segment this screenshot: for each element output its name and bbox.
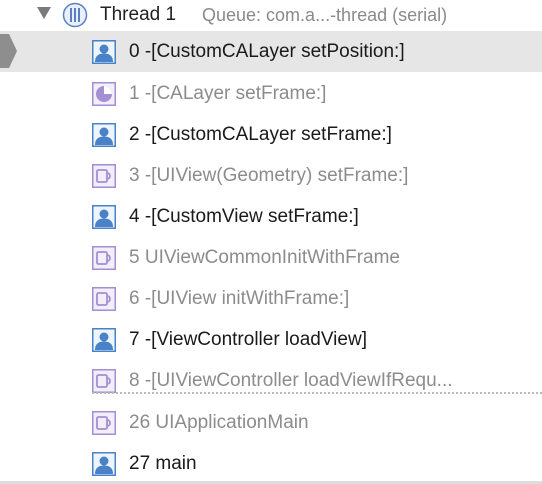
stack-frame-label: 7 -[ViewController loadView] [129, 329, 367, 350]
stack-frame-label: 6 -[UIView initWithFrame:] [129, 288, 350, 309]
stack-frame-label: 26 UIApplicationMain [129, 412, 309, 433]
stack-frame-label: 27 main [129, 453, 197, 474]
uikit-mug-icon [92, 411, 116, 435]
user-code-icon [92, 328, 116, 352]
program-counter-marker-icon [0, 34, 17, 68]
stack-frame-label: 1 -[CALayer setFrame:] [129, 83, 327, 104]
disclosure-triangle-icon[interactable] [37, 7, 51, 19]
thread-queue: Queue: com.a...-thread (serial) [202, 5, 448, 25]
stack-frame-row[interactable]: 27 main [0, 443, 542, 484]
uikit-mug-icon [92, 287, 116, 311]
stack-frame-row[interactable]: 26 UIApplicationMain [0, 402, 542, 443]
thread-icon [62, 2, 88, 28]
stack-frame-row[interactable]: 5 UIViewCommonInitWithFrame [0, 237, 542, 278]
user-code-icon [92, 205, 116, 229]
stack-frame-row[interactable]: 2 -[CustomCALayer setFrame:] [0, 114, 542, 155]
stack-frame-label: 3 -[UIView(Geometry) setFrame:] [129, 165, 409, 186]
uikit-mug-icon [92, 369, 116, 393]
collapsed-frames-separator [92, 392, 542, 394]
stack-frame-label: 8 -[UIViewController loadViewIfRequ... [129, 370, 453, 391]
thread-row[interactable]: Thread 1 Queue: com.a...-thread (serial) [0, 0, 542, 30]
stack-frame-label: 2 -[CustomCALayer setFrame:] [129, 124, 392, 145]
stack-frame-label: 0 -[CustomCALayer setPosition:] [129, 41, 405, 62]
stack-frame-row[interactable]: 1 -[CALayer setFrame:] [0, 73, 542, 114]
stack-frame-label: 5 UIViewCommonInitWithFrame [129, 247, 401, 268]
stack-frame-row[interactable]: 0 -[CustomCALayer setPosition:] [0, 31, 542, 72]
quartzcore-icon [92, 82, 116, 106]
user-code-icon [92, 123, 116, 147]
stack-frame-label: 4 -[CustomView setFrame:] [129, 206, 359, 227]
thread-title: Thread 1 [100, 4, 177, 25]
stack-frame-row[interactable]: 3 -[UIView(Geometry) setFrame:] [0, 155, 542, 196]
stack-frame-row[interactable]: 8 -[UIViewController loadViewIfRequ... [0, 360, 542, 401]
stack-frame-row[interactable]: 7 -[ViewController loadView] [0, 319, 542, 360]
uikit-mug-icon [92, 164, 116, 188]
stack-frame-row[interactable]: 4 -[CustomView setFrame:] [0, 196, 542, 237]
uikit-mug-icon [92, 246, 116, 270]
debug-navigator: Thread 1 Queue: com.a...-thread (serial)… [0, 0, 542, 484]
stack-frame-row[interactable]: 6 -[UIView initWithFrame:] [0, 278, 542, 319]
user-code-icon [92, 452, 116, 476]
user-code-icon [92, 40, 116, 64]
